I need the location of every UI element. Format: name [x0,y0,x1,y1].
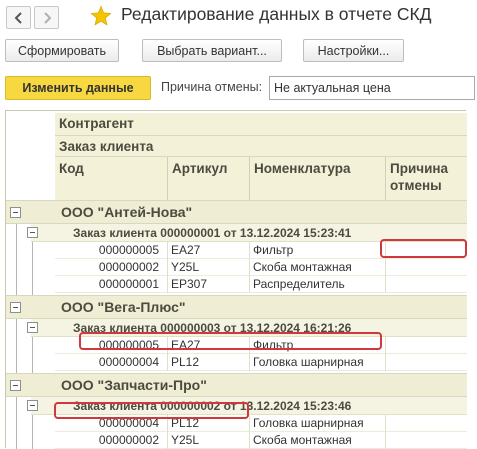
order-label: Заказ клиента 000000001 от 13.12.2024 15… [73,226,352,240]
column-cancel-reason: Причина отмены [385,157,467,200]
table-row[interactable]: 000000002 Y25L Скоба монтажная [55,432,467,449]
collapse-toggle[interactable] [27,322,38,333]
cell-article: Y25L [167,432,249,449]
window-title: Редактирование данных в отчете СКД [121,4,432,24]
column-nomenclature: Номенклатура [249,157,385,200]
back-button[interactable] [6,6,31,29]
cell-nomenclature: Головка шарнирная [249,415,385,432]
cell-cancel-reason[interactable] [385,276,467,293]
cancel-reason-label: Причина отмены: [161,80,263,94]
form-report-button[interactable]: Сформировать [5,39,119,62]
cell-cancel-reason[interactable] [385,242,467,259]
cell-nomenclature: Скоба монтажная [249,432,385,449]
select-variant-button[interactable]: Выбрать вариант... [142,39,282,62]
collapse-toggle[interactable] [27,400,38,411]
table-row[interactable]: 000000005 EA27 Фильтр [55,337,467,354]
table-row[interactable]: 000000002 Y25L Скоба монтажная [55,259,467,276]
table-row[interactable]: 000000004 PL12 Головка шарнирная [55,354,467,371]
table-row[interactable]: 000000004 PL12 Головка шарнирная [55,415,467,432]
cell-code: 000000004 [98,355,159,369]
order-label: Заказ клиента 000000003 от 13.12.2024 16… [73,321,352,335]
star-icon[interactable] [90,5,112,27]
cell-nomenclature: Распределитель [249,276,385,293]
cell-nomenclature: Головка шарнирная [249,354,385,371]
cell-cancel-reason[interactable] [385,415,467,432]
cell-article: EA27 [167,337,249,354]
group-row[interactable]: ООО "Вега-Плюс" [6,295,467,319]
cell-nomenclature: Фильтр [249,337,385,354]
cancel-reason-input[interactable]: Не актуальная цена [269,76,475,100]
cell-code: 000000001 [98,277,159,291]
table-row[interactable]: 000000001 EP307 Распределитель [55,276,467,293]
report-table: Контрагент Заказ клиента Код Артикул Ном… [5,110,467,449]
table-row[interactable]: 000000005 EA27 Фильтр [55,242,467,259]
cell-code: 000000002 [98,260,159,274]
cell-nomenclature: Скоба монтажная [249,259,385,276]
group-name: ООО "Вега-Плюс" [61,299,186,315]
collapse-toggle[interactable] [10,380,21,391]
order-label: Заказ клиента 000000002 от 13.12.2024 15… [73,399,352,413]
column-article: Артикул [167,157,249,200]
settings-button[interactable]: Настройки... [303,39,404,62]
arrow-left-icon [14,11,22,24]
cell-cancel-reason[interactable] [385,259,467,276]
cell-cancel-reason[interactable] [385,337,467,354]
order-row[interactable]: Заказ клиента 000000003 от 13.12.2024 16… [27,319,467,337]
cell-cancel-reason[interactable] [385,354,467,371]
column-headers: Код Артикул Номенклатура Причина отмены [55,157,467,200]
arrow-right-icon [43,11,51,24]
collapse-toggle[interactable] [10,207,21,218]
cell-article: EP307 [167,276,249,293]
header-order: Заказ клиента [55,136,467,157]
column-code: Код [59,161,84,176]
forward-button[interactable] [34,6,59,29]
group-row[interactable]: ООО "Антей-Нова" [6,200,467,224]
header-contractor: Контрагент [55,113,467,136]
collapse-toggle[interactable] [10,302,21,313]
order-row[interactable]: Заказ клиента 000000001 от 13.12.2024 15… [27,224,467,242]
column-cancel-reason-line1: Причина [390,161,449,176]
order-row[interactable]: Заказ клиента 000000002 от 13.12.2024 15… [27,397,467,415]
cell-code: 000000005 [98,338,159,352]
cell-code: 000000002 [98,433,159,447]
cell-article: PL12 [167,415,249,432]
cell-cancel-reason[interactable] [385,432,467,449]
change-data-button[interactable]: Изменить данные [5,76,151,100]
cell-code: 000000005 [98,243,159,257]
cell-article: Y25L [167,259,249,276]
cell-article: PL12 [167,354,249,371]
group-name: ООО "Антей-Нова" [61,204,193,220]
cell-article: EA27 [167,242,249,259]
column-cancel-reason-line2: отмены [390,178,442,193]
cell-nomenclature: Фильтр [249,242,385,259]
cell-code: 000000004 [98,416,159,430]
header-order-label: Заказ клиента [59,139,154,154]
group-row[interactable]: ООО "Запчасти-Про" [6,373,467,397]
collapse-toggle[interactable] [27,227,38,238]
header-contractor-label: Контрагент [59,116,134,131]
group-name: ООО "Запчасти-Про" [61,377,207,393]
